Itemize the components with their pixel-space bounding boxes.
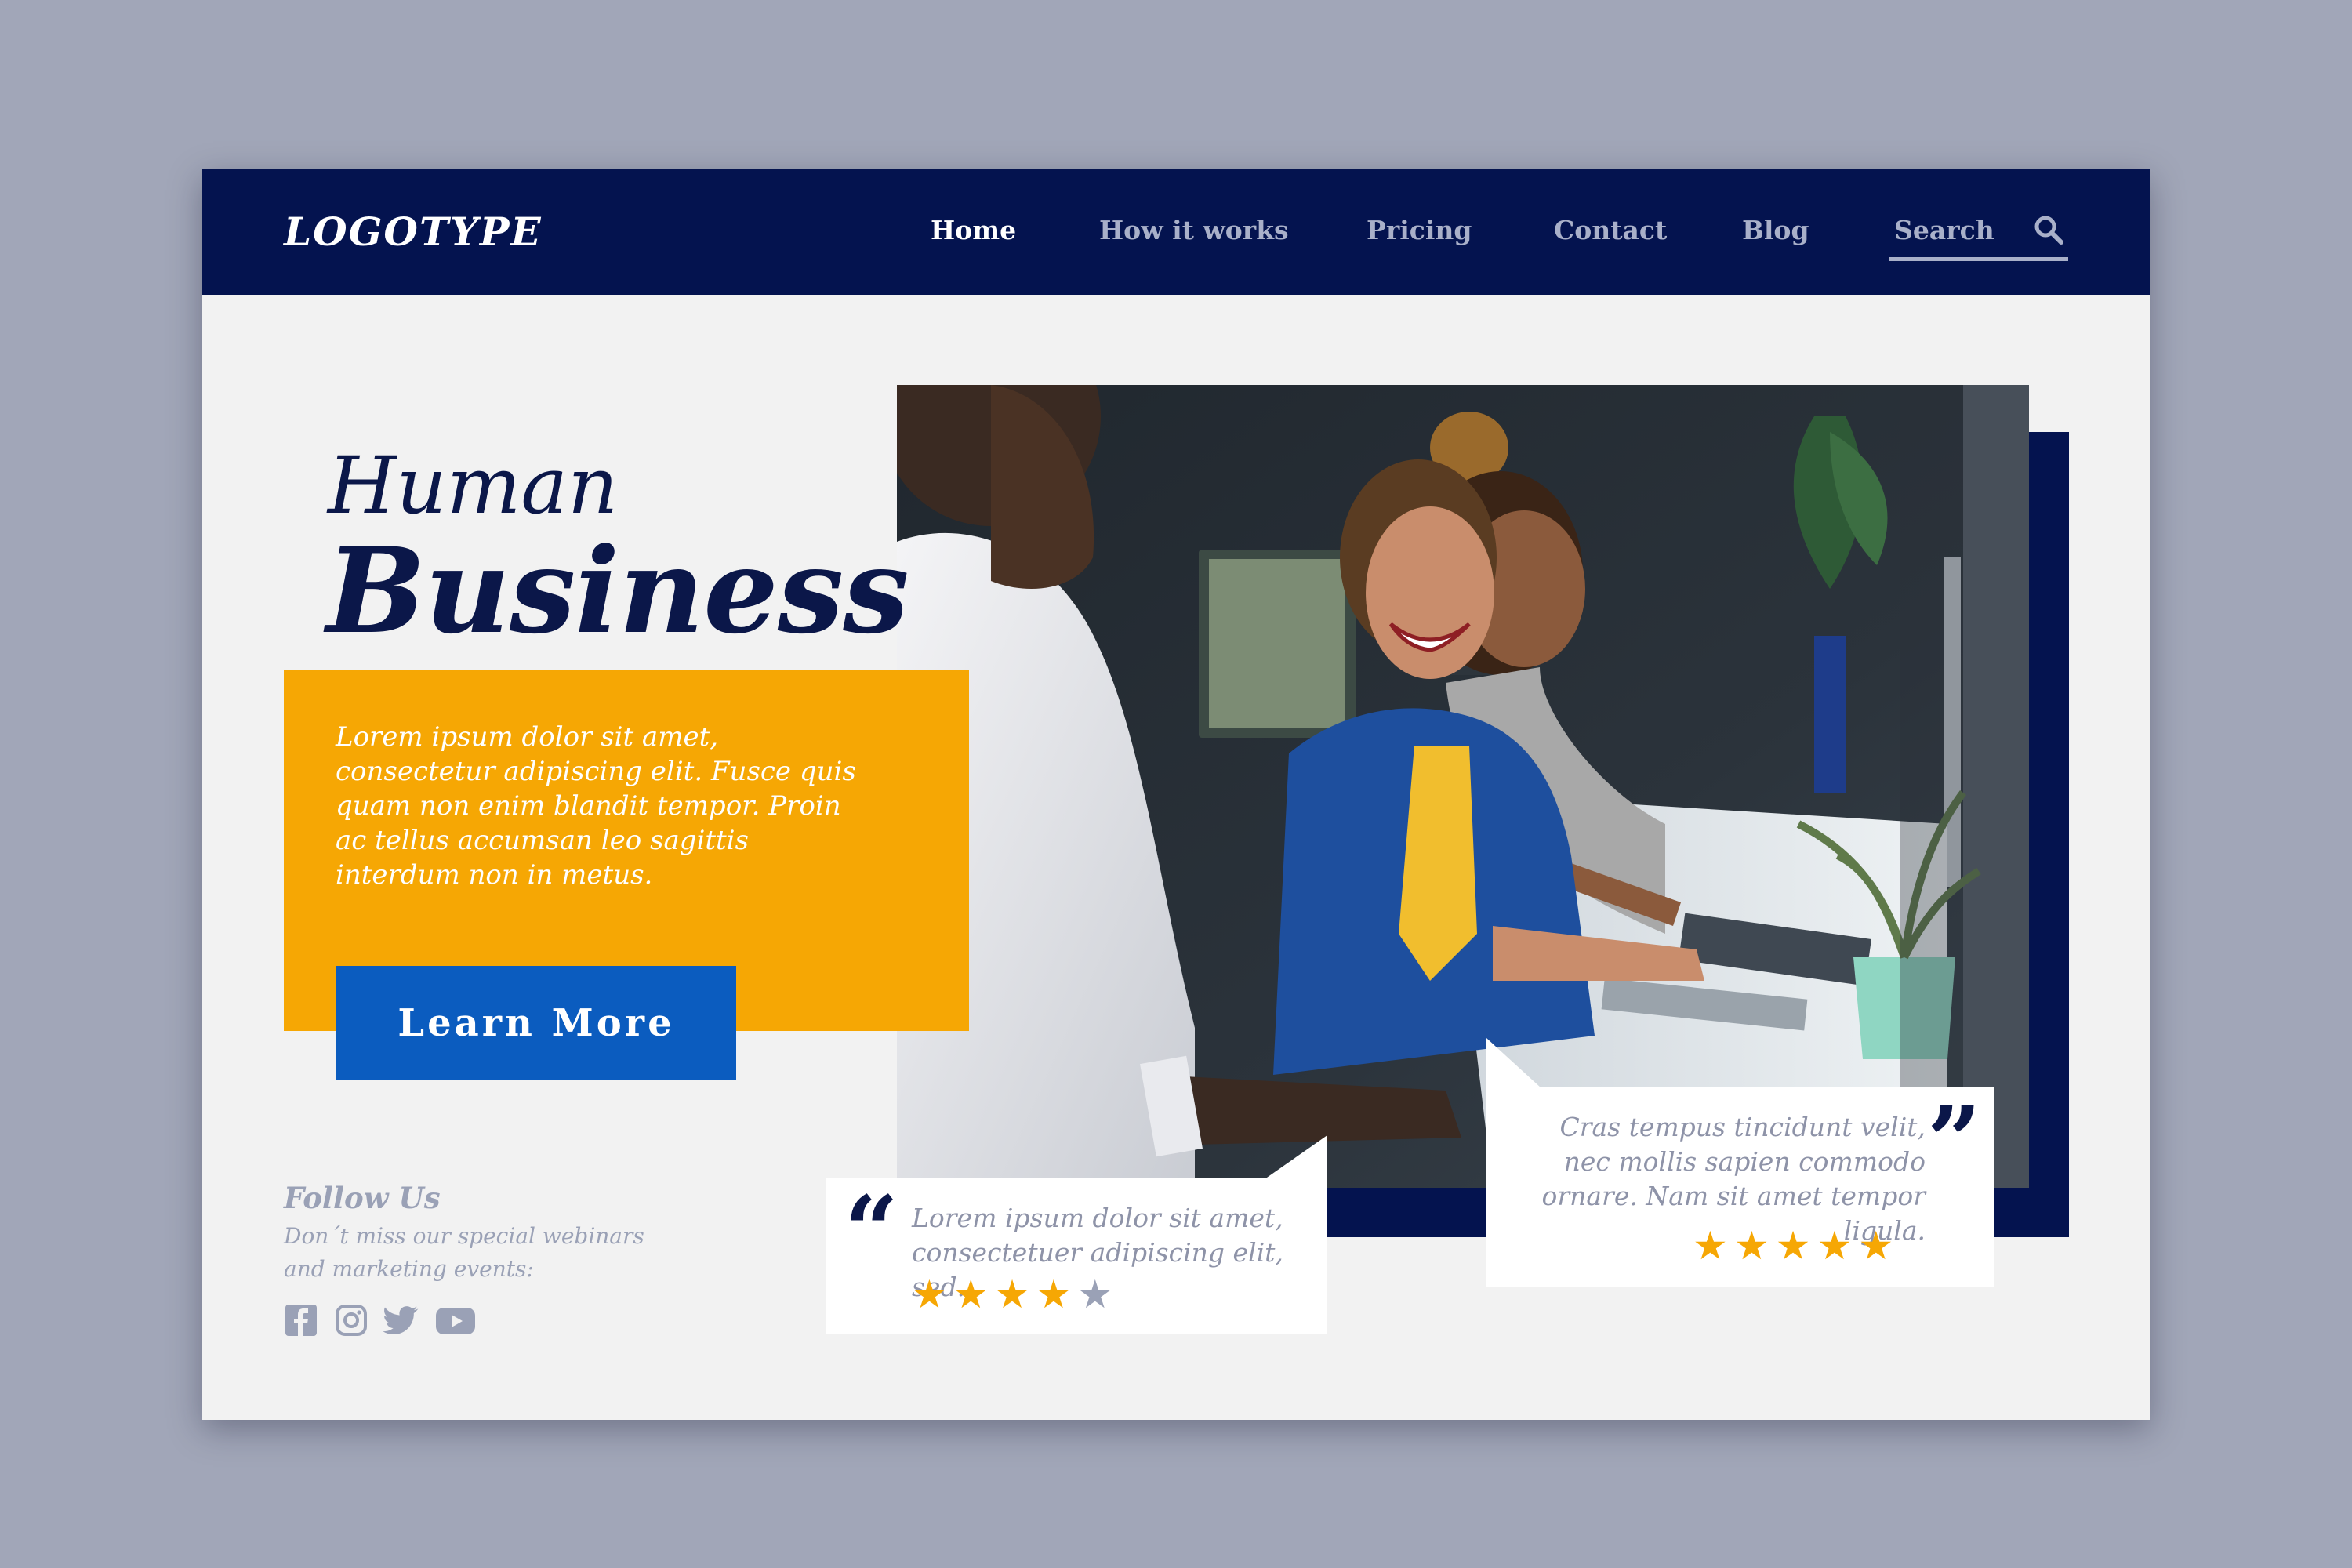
speech-bubble-tail: [1265, 1135, 1327, 1179]
hero-photo: [897, 385, 2029, 1188]
testimonial-card-2: Cras tempus tincidunt velit, nec mollis …: [1486, 1038, 1994, 1287]
testimonial-card-1: “ Lorem ipsum dolor sit amet, consectetu…: [826, 1135, 1327, 1334]
star-filled-icon: ★: [1693, 1223, 1728, 1269]
star-filled-icon: ★: [994, 1272, 1030, 1317]
star-filled-icon: ★: [953, 1272, 989, 1317]
nav-how-it-works[interactable]: How it works: [1099, 215, 1289, 245]
star-filled-icon: ★: [912, 1272, 947, 1317]
top-navigation: LOGOTYPE Home How it works Pricing Conta…: [202, 169, 2150, 295]
office-team-illustration: [897, 385, 2029, 1188]
rating-stars-2: ★ ★ ★ ★ ★: [1693, 1226, 1893, 1265]
star-filled-icon: ★: [1733, 1223, 1769, 1269]
star-filled-icon: ★: [1775, 1223, 1811, 1269]
search-input[interactable]: Search: [1889, 201, 2068, 261]
facebook-icon[interactable]: [284, 1303, 318, 1338]
nav-pricing[interactable]: Pricing: [1367, 215, 1472, 245]
learn-more-button[interactable]: Learn More: [336, 966, 736, 1080]
open-quote-icon: “: [844, 1175, 899, 1286]
hero-description: Lorem ipsum dolor sit amet, consectetur …: [336, 721, 856, 891]
follow-us-description: Don´t miss our special webinars and mark…: [284, 1223, 644, 1282]
twitter-icon[interactable]: [383, 1303, 420, 1338]
youtube-icon[interactable]: [434, 1303, 477, 1338]
star-empty-icon: ★: [1077, 1272, 1113, 1317]
nav-contact[interactable]: Contact: [1554, 215, 1667, 245]
nav-blog[interactable]: Blog: [1742, 215, 1809, 245]
rating-stars-1: ★ ★ ★ ★ ★: [912, 1275, 1112, 1314]
follow-us-title: Follow Us: [284, 1181, 441, 1215]
search-icon[interactable]: [2032, 213, 2065, 246]
star-filled-icon: ★: [1036, 1272, 1072, 1317]
star-filled-icon: ★: [1817, 1223, 1853, 1269]
nav-home[interactable]: Home: [931, 215, 1016, 245]
search-label: Search: [1894, 215, 1994, 245]
close-quote-icon: ”: [1927, 1086, 1982, 1196]
star-filled-icon: ★: [1858, 1223, 1894, 1269]
hero-title-line2: Business: [326, 522, 909, 660]
hero-title-line1: Human: [328, 440, 619, 532]
speech-bubble-tail: [1486, 1038, 1541, 1088]
instagram-icon[interactable]: [334, 1303, 368, 1338]
landing-page: LOGOTYPE Home How it works Pricing Conta…: [202, 169, 2150, 1420]
logo[interactable]: LOGOTYPE: [284, 209, 543, 255]
